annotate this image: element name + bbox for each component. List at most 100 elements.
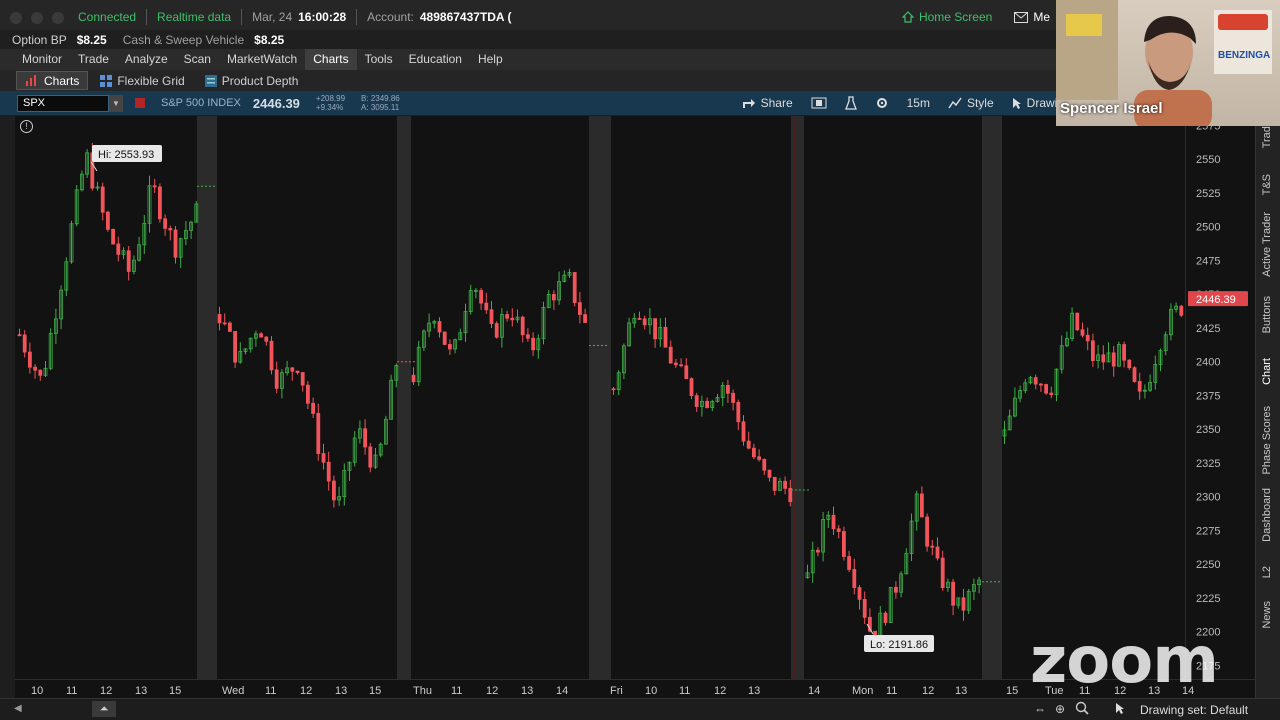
candle-body bbox=[694, 395, 699, 407]
candle-body bbox=[583, 314, 587, 323]
candle-body bbox=[1137, 381, 1142, 392]
candle-body bbox=[1122, 344, 1126, 361]
candle-body bbox=[1044, 384, 1048, 394]
scroll-left-icon[interactable]: ◀ bbox=[14, 703, 22, 714]
candle-body bbox=[578, 302, 582, 315]
time-tick-label: 11 bbox=[265, 685, 276, 697]
candle-body bbox=[295, 370, 300, 373]
candle-body bbox=[290, 367, 295, 372]
drawing-set[interactable]: Drawing set: Default bbox=[1140, 703, 1248, 717]
last-price-marker: 2446.39 bbox=[1188, 291, 1248, 307]
crosshair-icon[interactable]: ⊕ bbox=[1055, 702, 1065, 716]
symbol-input[interactable]: SPX bbox=[17, 94, 109, 112]
svg-text:Lo: 2191.86: Lo: 2191.86 bbox=[870, 639, 928, 651]
symbol-dropdown-button[interactable]: ▼ bbox=[109, 94, 123, 112]
menu-item-scan[interactable]: Scan bbox=[176, 49, 219, 70]
tab-charts[interactable]: Charts bbox=[16, 71, 89, 90]
candle-body bbox=[951, 581, 955, 606]
time-tick-label: Thu bbox=[413, 685, 432, 697]
menu-item-analyze[interactable]: Analyze bbox=[117, 49, 176, 70]
candle-body bbox=[173, 229, 178, 258]
price-chart[interactable]: Hi: 2553.93 Lo: 2191.86 ! bbox=[15, 116, 1185, 679]
share-button[interactable]: Share bbox=[736, 96, 799, 110]
collapse-icon[interactable]: ⏶ bbox=[92, 701, 116, 717]
candle-body bbox=[22, 334, 27, 353]
candle-body bbox=[264, 336, 269, 342]
window-controls[interactable] bbox=[10, 12, 64, 24]
pan-icon[interactable]: ⇔ bbox=[1034, 702, 1046, 716]
settings-button[interactable] bbox=[869, 96, 895, 110]
cash-value: $8.25 bbox=[254, 32, 285, 47]
time-tick-label: 12 bbox=[486, 685, 498, 697]
candle-body bbox=[816, 549, 820, 553]
menu-item-education[interactable]: Education bbox=[401, 49, 470, 70]
candle-body bbox=[1091, 340, 1095, 362]
bid-ask: B: 2349.86 A: 3095.11 bbox=[361, 94, 400, 112]
studies-button[interactable] bbox=[839, 96, 863, 110]
candle-body bbox=[736, 402, 741, 423]
symbol-description: S&P 500 INDEX bbox=[161, 97, 241, 109]
sidebar-tab-l2[interactable]: L2 bbox=[1261, 566, 1273, 578]
sidebar-tab-chart[interactable]: Chart bbox=[1261, 358, 1273, 385]
time-tick-label: 10 bbox=[645, 685, 657, 697]
account-number[interactable]: 489867437TDA ( bbox=[420, 10, 512, 24]
candle-body bbox=[1085, 334, 1090, 342]
candle-body bbox=[152, 185, 157, 188]
symbol-color-icon[interactable] bbox=[135, 98, 145, 108]
time-tick-label: 10 bbox=[31, 685, 43, 697]
candle-body bbox=[642, 318, 647, 326]
compare-button[interactable] bbox=[805, 97, 833, 109]
candle-body bbox=[1033, 377, 1038, 385]
candle-body bbox=[552, 293, 556, 301]
time: 16:00:28 bbox=[298, 10, 347, 24]
candle-body bbox=[935, 546, 940, 559]
candlestick-chart[interactable]: Hi: 2553.93 Lo: 2191.86 bbox=[15, 116, 1185, 679]
messages-link[interactable]: Me bbox=[1014, 10, 1050, 24]
candle-body bbox=[1127, 359, 1132, 369]
time-tick-label: 12 bbox=[100, 685, 112, 697]
menu-item-tools[interactable]: Tools bbox=[357, 49, 401, 70]
tab-product-depth[interactable]: Product Depth bbox=[197, 71, 307, 90]
menu-item-monitor[interactable]: Monitor bbox=[14, 49, 70, 70]
candle-body bbox=[663, 326, 668, 348]
home-screen-link[interactable]: Home Screen bbox=[901, 10, 992, 24]
candle-body bbox=[274, 369, 279, 389]
time-tick-label: 15 bbox=[369, 685, 381, 697]
candle-body bbox=[326, 461, 331, 482]
session-gap bbox=[589, 116, 611, 679]
pointer-icon[interactable] bbox=[1115, 702, 1125, 718]
info-icon[interactable]: ! bbox=[20, 120, 33, 133]
high-label: Hi: 2553.93 bbox=[90, 145, 162, 172]
session-candles bbox=[217, 306, 399, 508]
price-axis[interactable]: 2575255025252500247524502425240023752350… bbox=[1185, 116, 1255, 679]
flask-icon bbox=[844, 96, 857, 110]
price-tick-label: 2400 bbox=[1196, 357, 1220, 369]
share-icon bbox=[742, 99, 755, 108]
candle-body bbox=[368, 446, 373, 468]
style-button[interactable]: Style bbox=[942, 96, 1000, 110]
time-tick-label: 12 bbox=[714, 685, 726, 697]
candle-body bbox=[217, 314, 222, 324]
menu-item-marketwatch[interactable]: MarketWatch bbox=[219, 49, 305, 70]
candle-body bbox=[126, 250, 131, 272]
sidebar-tab-active-trader[interactable]: Active Trader bbox=[1261, 212, 1273, 277]
sidebar-tab-phase-scores[interactable]: Phase Scores bbox=[1261, 406, 1273, 474]
sidebar-tab-buttons[interactable]: Buttons bbox=[1261, 296, 1273, 333]
zoom-icon[interactable] bbox=[1075, 701, 1089, 718]
candle-body bbox=[111, 228, 115, 245]
candle-body bbox=[363, 428, 368, 448]
menu-item-charts[interactable]: Charts bbox=[305, 49, 357, 70]
zoom-watermark: zoom bbox=[1030, 624, 1219, 698]
price-tick-label: 2300 bbox=[1196, 492, 1220, 504]
candle-body bbox=[300, 372, 305, 386]
sidebar-tab-news[interactable]: News bbox=[1261, 601, 1273, 629]
sidebar-tab-t-s[interactable]: T&S bbox=[1261, 174, 1273, 195]
home-screen-icon bbox=[901, 11, 914, 23]
compare-icon bbox=[811, 97, 827, 109]
menu-item-help[interactable]: Help bbox=[470, 49, 511, 70]
time-tick-label: 13 bbox=[521, 685, 533, 697]
tab-flexible-grid[interactable]: Flexible Grid bbox=[92, 71, 192, 90]
menu-item-trade[interactable]: Trade bbox=[70, 49, 117, 70]
sidebar-tab-dashboard[interactable]: Dashboard bbox=[1261, 488, 1273, 542]
timeframe-button[interactable]: 15m bbox=[901, 96, 936, 110]
